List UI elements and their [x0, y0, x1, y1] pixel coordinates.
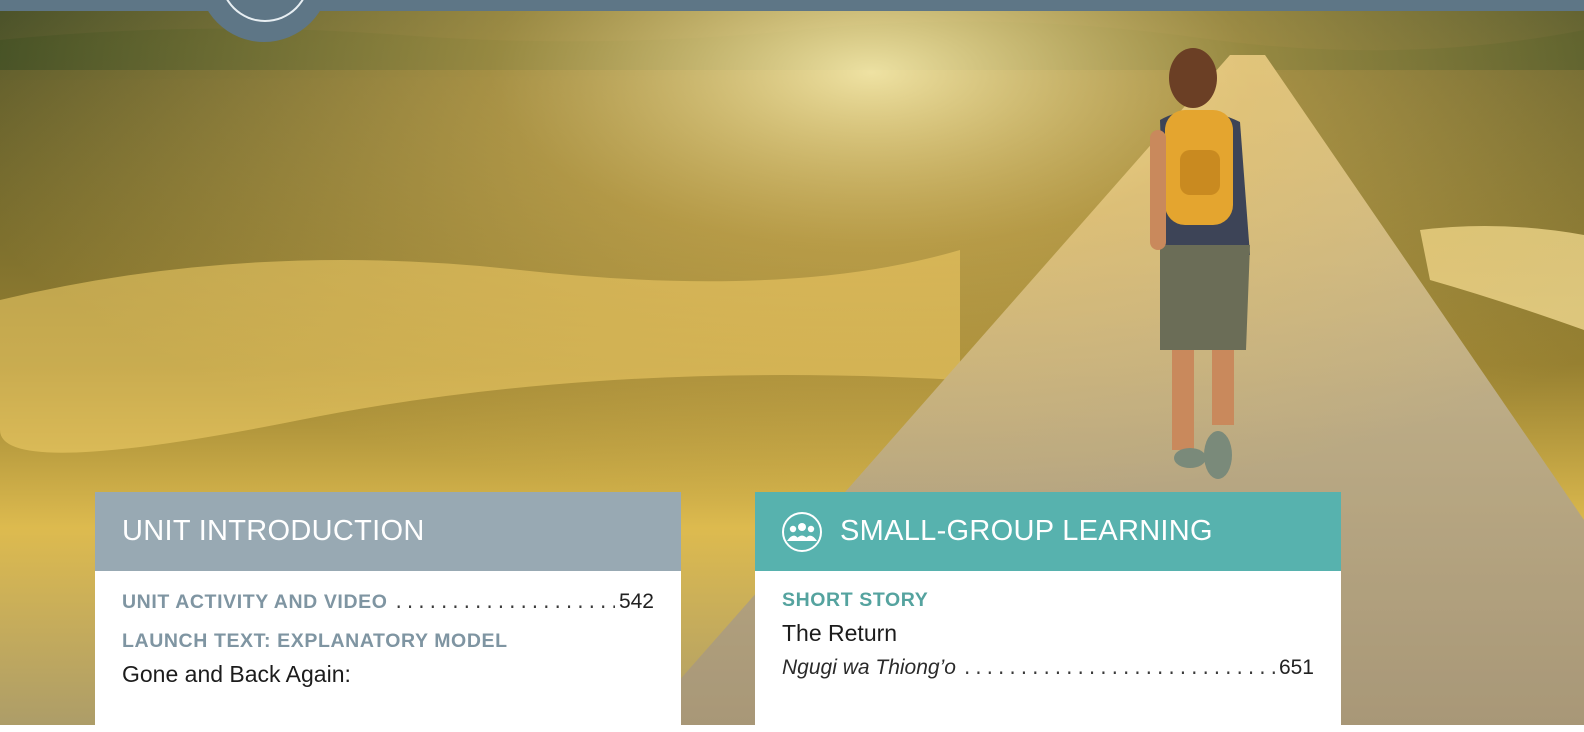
group-icon — [782, 511, 822, 552]
the-return-title: The Return — [782, 620, 898, 646]
launch-text-label: LAUNCH TEXT: EXPLANATORY MODEL — [122, 630, 508, 652]
the-return-author-row: Ngugi wa Thiong’o ......................… — [782, 655, 1314, 680]
toc-entry-launch-text[interactable]: LAUNCH TEXT: EXPLANATORY MODEL Gone and … — [122, 630, 654, 688]
toc-entry-unit-activity[interactable]: UNIT ACTIVITY AND VIDEO ................… — [122, 589, 654, 614]
unit-introduction-header: UNIT INTRODUCTION — [95, 492, 681, 571]
toc-entry-the-return[interactable]: SHORT STORY The Return Ngugi wa Thiong’o… — [782, 589, 1314, 680]
short-story-label: SHORT STORY — [782, 589, 929, 611]
dot-leader: .................................... — [963, 655, 1275, 679]
group-glyph — [787, 522, 817, 541]
the-return-author: Ngugi wa Thiong’o — [782, 656, 956, 679]
small-group-learning-panel: SMALL-GROUP LEARNING SHORT STORY The Ret… — [755, 492, 1341, 732]
unit-introduction-panel: UNIT INTRODUCTION UNIT ACTIVITY AND VIDE… — [95, 492, 681, 732]
unit-introduction-title: UNIT INTRODUCTION — [122, 515, 425, 547]
the-return-page: 651 — [1278, 656, 1314, 679]
unit-activity-label: UNIT ACTIVITY AND VIDEO — [122, 591, 388, 613]
unit-activity-page: 542 — [618, 590, 654, 613]
launch-text-title: Gone and Back Again: — [122, 661, 351, 687]
small-group-learning-title: SMALL-GROUP LEARNING — [840, 515, 1213, 547]
dot-leader: .......................... — [395, 589, 615, 613]
small-group-learning-header: SMALL-GROUP LEARNING — [755, 492, 1341, 571]
